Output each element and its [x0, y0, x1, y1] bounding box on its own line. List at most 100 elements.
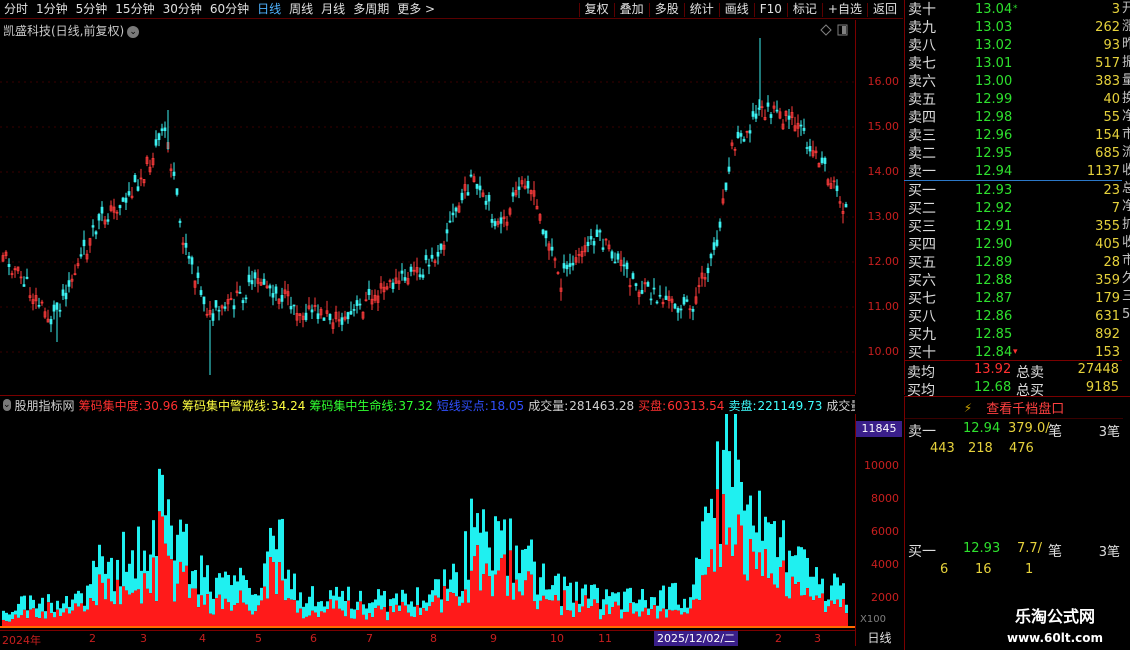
indicator-toggle-icon[interactable]: ⌄	[3, 399, 11, 411]
ask-row[interactable]: 卖六 13.00 383	[905, 72, 1123, 91]
period-tab-item[interactable]: 60分钟	[206, 0, 253, 19]
volume-bar	[425, 602, 428, 626]
toolbar-button[interactable]: 画线	[721, 0, 753, 19]
candle	[442, 240, 446, 256]
volume-bar	[788, 550, 791, 626]
volume-bar	[482, 509, 485, 626]
candle	[181, 237, 185, 254]
chart-settings-icon[interactable]	[820, 24, 848, 36]
chevron-down-icon[interactable]: ⌄	[127, 25, 140, 38]
volume-bar	[161, 474, 164, 626]
bid-row[interactable]: 买八 12.86 631	[905, 307, 1123, 326]
volume-bar	[200, 555, 203, 626]
candle	[811, 140, 815, 158]
candle	[103, 215, 107, 229]
period-tab-item[interactable]: 更多 >	[393, 0, 439, 19]
candle	[523, 178, 527, 190]
candle	[556, 271, 560, 275]
bid-row[interactable]: 买二 12.92 7	[905, 199, 1123, 218]
bid-level-label: 买十	[908, 345, 936, 361]
volume-bar	[461, 591, 464, 626]
period-tab-item[interactable]: 日线	[253, 0, 285, 19]
indicator-legend: ⌄ 股朋指标网 筹码集中度:30.96 筹码集中警戒线:34.24 筹码集中生命线:…	[0, 395, 855, 414]
period-tab-item[interactable]: 5分钟	[72, 0, 112, 19]
candle	[817, 162, 821, 168]
bid-level-label: 买五	[908, 255, 936, 271]
bid-price: 12.87	[975, 290, 1013, 306]
toolbar-button[interactable]: 标记	[789, 0, 821, 19]
volume-bar	[320, 601, 323, 626]
ask-row[interactable]: 卖三 12.96 154	[905, 126, 1123, 145]
candle	[172, 162, 176, 180]
period-tab-item[interactable]: 周线	[285, 0, 317, 19]
period-tab-item[interactable]: 1分钟	[32, 0, 72, 19]
bid-row[interactable]: 买六 12.88 359	[905, 271, 1123, 290]
bid-row[interactable]: 买三 12.91 355	[905, 217, 1123, 236]
candle	[808, 138, 812, 157]
ask-row[interactable]: 卖一 12.94 1137	[905, 162, 1123, 181]
ask-total-label: 总卖	[1016, 365, 1044, 381]
candle	[97, 212, 101, 230]
candle	[667, 290, 671, 309]
period-tab-item[interactable]: 多周期	[349, 0, 393, 19]
volume-bar	[68, 606, 71, 626]
volume-bar	[272, 535, 275, 626]
bid-row[interactable]: 买十 12.84 ▾ 153	[905, 343, 1123, 362]
candle	[250, 270, 254, 290]
period-tab-item[interactable]: 月线	[317, 0, 349, 19]
ask-row[interactable]: 卖十 13.04 * 3	[905, 0, 1123, 19]
bid-row[interactable]: 买一 12.93 23	[905, 181, 1123, 200]
candle	[268, 283, 272, 297]
candle	[844, 201, 848, 208]
tick-buy-price: 12.93	[963, 541, 1001, 556]
volume-bar	[254, 594, 257, 626]
candle	[589, 228, 593, 245]
date-axis-label: 10	[550, 632, 564, 645]
volume-bar	[65, 596, 68, 626]
bid-row[interactable]: 买五 12.89 28	[905, 253, 1123, 272]
bid-row[interactable]: 买七 12.87 179	[905, 289, 1123, 308]
toolbar-button[interactable]: 多股	[651, 0, 683, 19]
ask-row[interactable]: 卖七 13.01 517	[905, 54, 1123, 73]
bid-level-label: 买一	[908, 183, 936, 199]
period-label[interactable]: 日线	[855, 630, 903, 646]
bid-row[interactable]: 买九 12.85 892	[905, 325, 1123, 344]
candlestick-chart[interactable]	[0, 20, 855, 394]
volume-bar	[560, 606, 563, 626]
toolbar-button[interactable]: 返回	[869, 0, 901, 19]
toolbar-button[interactable]: 叠加	[616, 0, 648, 19]
candle	[235, 281, 239, 297]
toolbar-button[interactable]: 复权	[581, 0, 613, 19]
period-tab-item[interactable]: 15分钟	[111, 0, 158, 19]
volume-bar	[245, 579, 248, 626]
toolbar-button[interactable]: 统计	[686, 0, 718, 19]
ask-row[interactable]: 卖二 12.95 685	[905, 144, 1123, 163]
volume-bar	[20, 596, 23, 626]
candle	[262, 273, 266, 286]
ask-row[interactable]: 卖八 13.02 93	[905, 36, 1123, 55]
ask-row[interactable]: 卖九 13.03 262	[905, 18, 1123, 37]
bid-row[interactable]: 买四 12.90 405	[905, 235, 1123, 254]
bid-volume: 179	[1095, 290, 1120, 306]
volume-bar	[365, 608, 368, 626]
ask-row[interactable]: 卖四 12.98 55	[905, 108, 1123, 127]
watermark-title: 乐淘公式网	[1014, 607, 1095, 626]
volume-chart[interactable]	[0, 414, 855, 630]
ask-row[interactable]: 卖五 12.99 40	[905, 90, 1123, 109]
toolbar-button[interactable]: +自选	[824, 0, 866, 19]
volume-bar	[608, 596, 611, 626]
period-tab-item[interactable]: 分时	[0, 0, 32, 19]
view-depth-button[interactable]: ⚡ 查看千档盘口	[905, 397, 1123, 419]
volume-bar	[533, 561, 536, 626]
toolbar-button[interactable]: F10	[756, 0, 786, 19]
candle	[94, 230, 98, 240]
date-axis-label: 11	[598, 632, 612, 645]
volume-bar	[323, 606, 326, 626]
volume-bar	[389, 599, 392, 626]
period-tab-item[interactable]: 30分钟	[159, 0, 206, 19]
candle	[394, 268, 398, 284]
volume-bar	[236, 581, 239, 626]
candle	[664, 286, 668, 300]
volume-bar	[326, 601, 329, 626]
volume-bar	[815, 567, 818, 626]
